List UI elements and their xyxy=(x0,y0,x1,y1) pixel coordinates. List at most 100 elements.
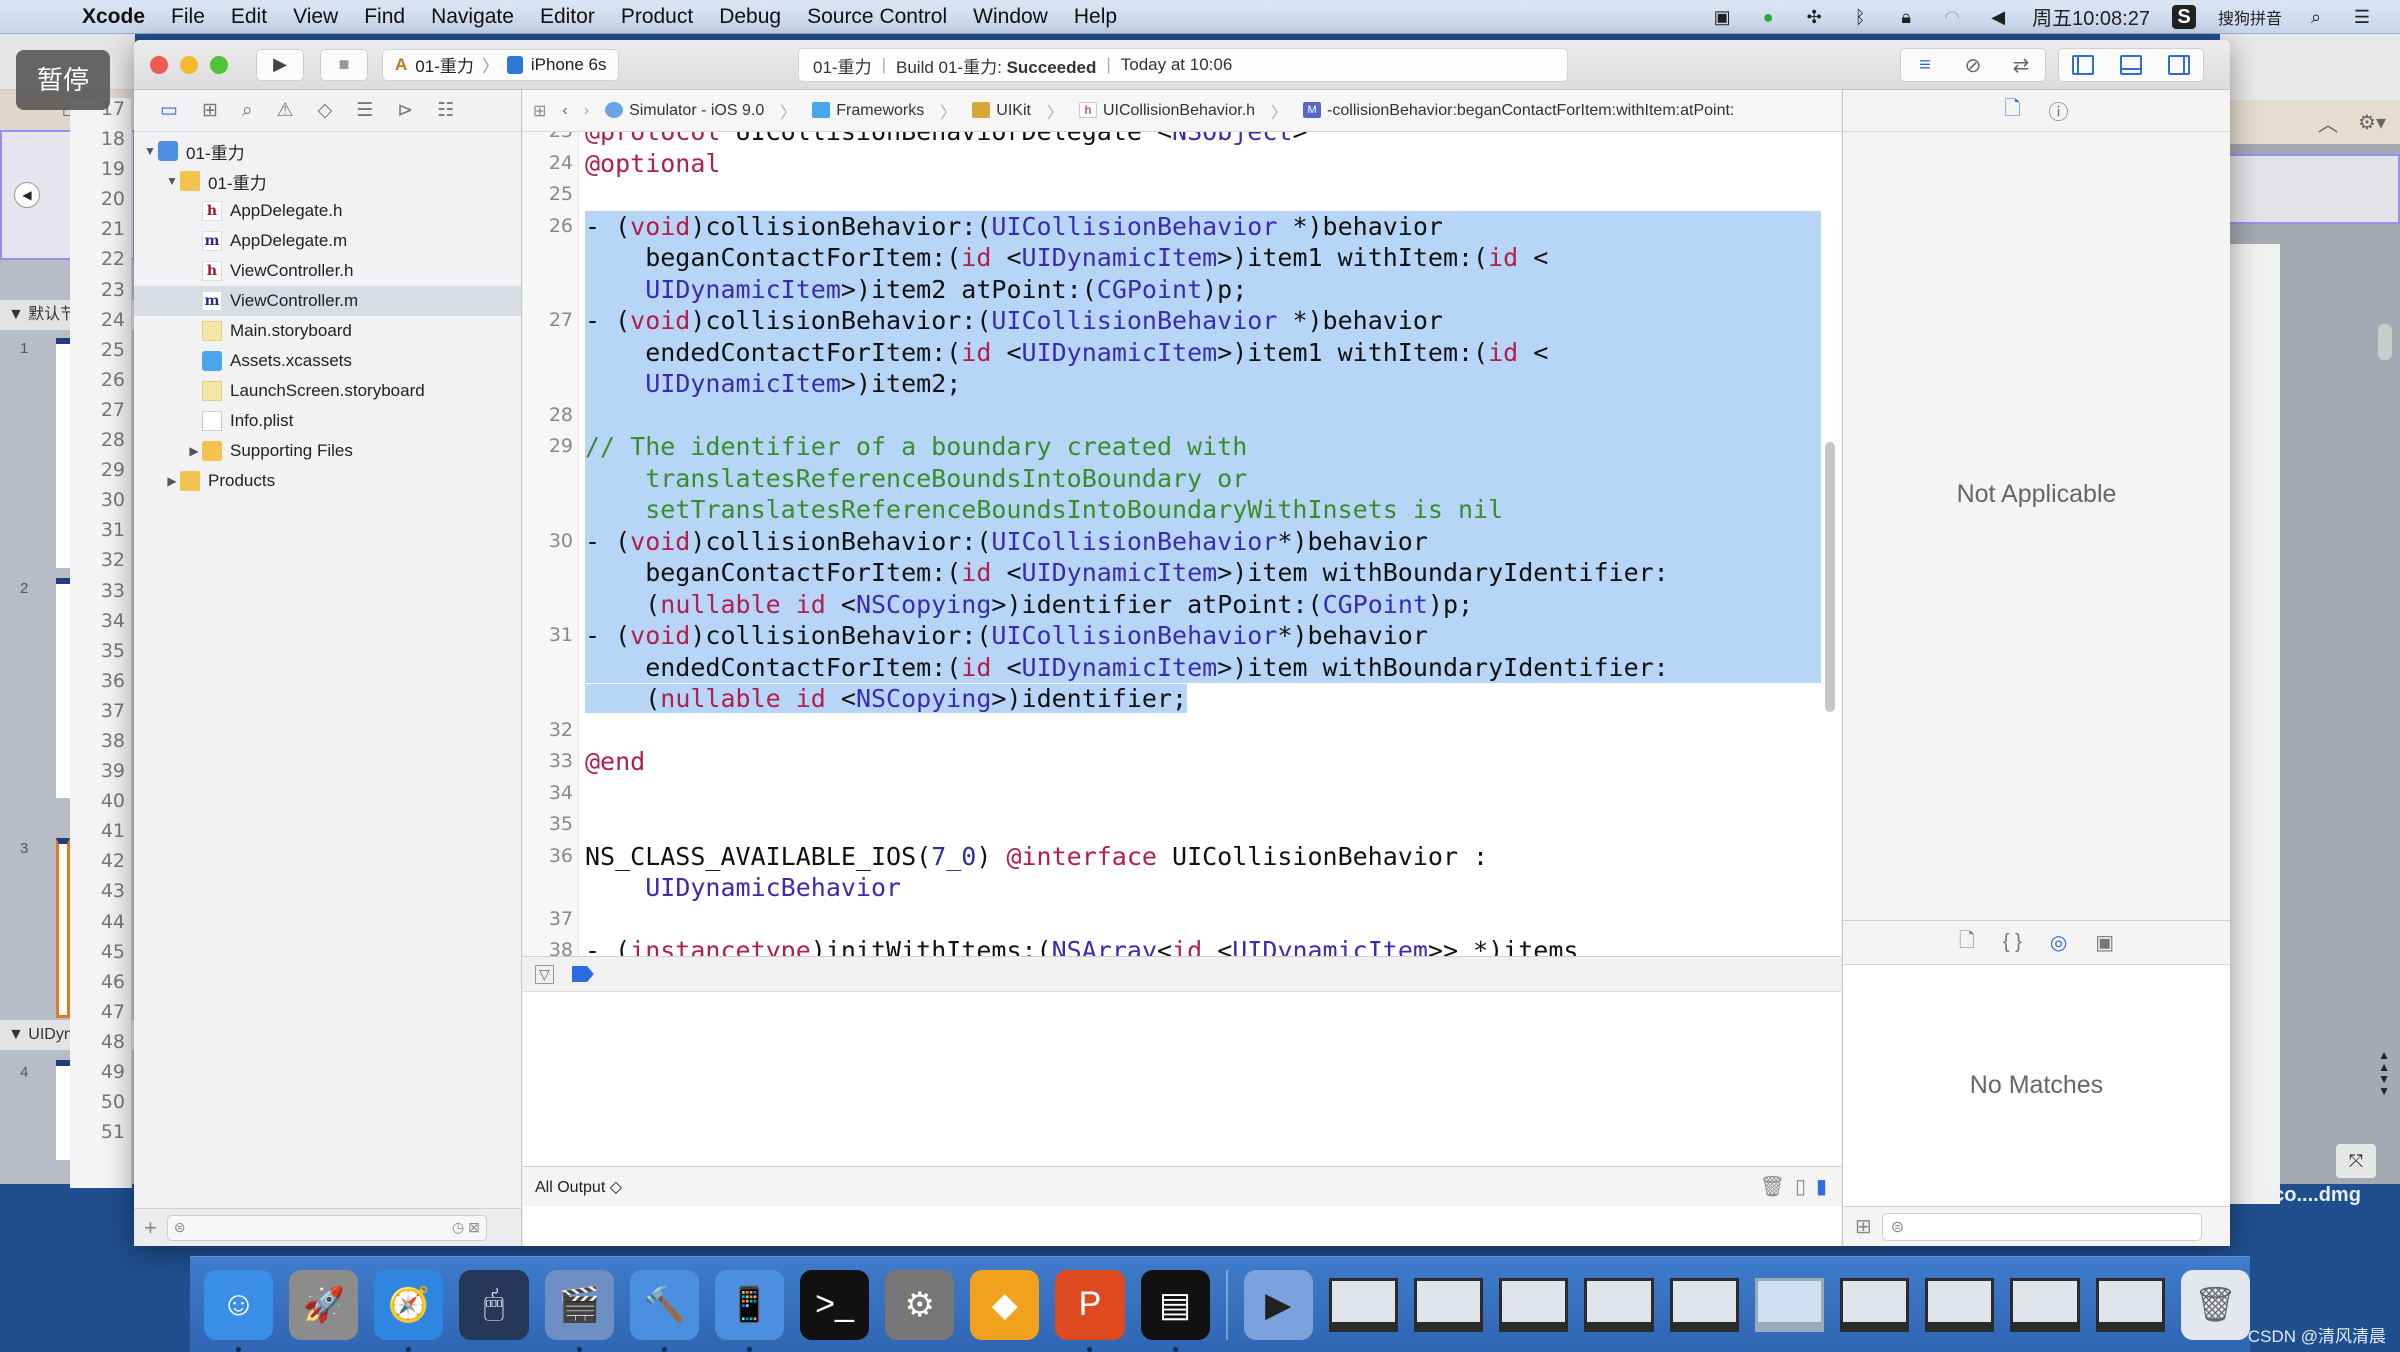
code-line[interactable]: 27 - (void)collisionBehavior:(UICollision… xyxy=(549,305,1821,337)
slide-thumbnail[interactable] xyxy=(56,1060,70,1160)
file-tree-item[interactable]: Info.plist xyxy=(134,406,521,436)
grid-view-icon[interactable]: ⊞ xyxy=(1855,1214,1872,1239)
menu-edit[interactable]: Edit xyxy=(231,5,267,29)
hide-debug-area-icon[interactable]: ▽ xyxy=(535,964,554,984)
forward-button[interactable]: › xyxy=(584,102,589,120)
disclosure-triangle-icon[interactable]: ▶ xyxy=(186,444,202,458)
menu-navigate[interactable]: Navigate xyxy=(431,5,514,29)
navigator-filter-field[interactable]: ⊜ ◷ ⊠ xyxy=(166,1214,487,1241)
file-tree-item[interactable]: Assets.xcassets xyxy=(134,346,521,376)
menu-editor[interactable]: Editor xyxy=(540,5,595,29)
toggle-debug-area-button[interactable] xyxy=(2107,49,2155,81)
minimized-window[interactable] xyxy=(1840,1277,1910,1332)
clock[interactable]: 周五10:08:27 xyxy=(2032,2,2150,31)
library-filter-field[interactable]: ⊜ xyxy=(1881,1212,2202,1241)
code-line[interactable]: UIDynamicBehavior xyxy=(585,872,1821,904)
trash-icon[interactable]: 🗑︎ xyxy=(1760,1174,1785,1199)
file-inspector-icon[interactable]: 🗋︎ xyxy=(2004,94,2020,128)
gear-icon[interactable]: ⚙▾ xyxy=(2358,110,2386,135)
editor-scrollbar[interactable] xyxy=(1825,442,1835,712)
dock-app-simulator[interactable]: 📱 xyxy=(714,1269,784,1352)
code-line[interactable]: translatesReferenceBoundsIntoBoundary or xyxy=(585,462,1821,494)
paused-badge[interactable]: 暂停 xyxy=(16,50,110,110)
code-line[interactable]: 25 xyxy=(549,179,1821,211)
menu-app-name[interactable]: Xcode xyxy=(82,5,145,29)
code-snippet-library-icon[interactable]: { } xyxy=(2003,931,2022,954)
assistant-editor-icon[interactable]: ⊘ xyxy=(1949,49,1997,81)
minimized-window[interactable] xyxy=(2095,1277,2165,1332)
disclosure-triangle-icon[interactable]: ▼ xyxy=(164,174,180,188)
file-tree-item[interactable]: m AppDelegate.m xyxy=(134,226,521,256)
test-navigator-tab-icon[interactable]: ◇ xyxy=(318,99,333,122)
code-line[interactable]: beganContactForItem:(id <UIDynamicItem>)… xyxy=(585,557,1821,589)
code-line[interactable]: 23@protocol UICollisionBehaviorDelegate … xyxy=(549,132,1821,148)
code-line[interactable]: setTranslatesReferenceBoundsIntoBoundary… xyxy=(585,494,1821,526)
toggle-utilities-button[interactable] xyxy=(2155,49,2203,81)
minimize-window-button[interactable] xyxy=(180,55,198,74)
version-editor-icon[interactable]: ⇄ xyxy=(1997,49,2045,81)
menu-window[interactable]: Window xyxy=(973,5,1048,29)
fit-screen-button[interactable]: ⤧ xyxy=(2336,1144,2376,1178)
code-line[interactable]: 31 - (void)collisionBehavior:(UICollision… xyxy=(549,620,1821,652)
minimized-window[interactable] xyxy=(1414,1277,1484,1332)
dock-app-console-app[interactable]: ▤ xyxy=(1140,1269,1210,1352)
find-navigator-tab-icon[interactable]: ⌕ xyxy=(242,100,253,122)
slide-thumbnail[interactable] xyxy=(56,578,70,798)
breakpoints-toggle-icon[interactable] xyxy=(571,966,594,982)
file-template-library-icon[interactable]: 🗋︎ xyxy=(1959,926,1975,960)
background-scrollbar[interactable] xyxy=(2378,324,2392,360)
dock-app-sketch[interactable]: ◆ xyxy=(970,1269,1040,1340)
dock-app-system-preferences[interactable]: ⚙ xyxy=(885,1269,955,1340)
dock-app-xcode[interactable]: 🔨 xyxy=(629,1269,699,1352)
menu-find[interactable]: Find xyxy=(364,5,405,29)
code-line[interactable]: 35 xyxy=(549,809,1821,841)
dock-app-quicktime[interactable]: ▶ xyxy=(1243,1269,1313,1340)
back-arrow-icon[interactable]: ◀ xyxy=(14,182,40,208)
minimized-window[interactable] xyxy=(1328,1277,1398,1332)
file-tree-item[interactable]: h AppDelegate.h xyxy=(134,196,521,226)
code-line[interactable]: 24 @optional xyxy=(549,148,1821,180)
stop-button[interactable]: ■ xyxy=(320,48,368,81)
code-line[interactable]: endedContactForItem:(id <UIDynamicItem>)… xyxy=(585,336,1821,368)
report-navigator-tab-icon[interactable]: ☷ xyxy=(437,99,454,122)
disclosure-triangle-icon[interactable]: ▶ xyxy=(164,474,180,488)
slide-thumbnail-selected[interactable] xyxy=(56,838,70,1018)
screen-record-icon[interactable]: ▣ xyxy=(1710,6,1734,28)
wifi-icon[interactable]: ◠ xyxy=(1940,6,1964,28)
code-line[interactable]: UIDynamicItem>)item2 atPoint:(CGPoint)p; xyxy=(585,273,1821,305)
code-line[interactable]: 38 - (instancetype)initWithItems:(NSArray… xyxy=(549,935,1821,956)
related-items-icon[interactable]: ⊞ xyxy=(533,101,546,121)
jumpbar-crumb-method[interactable]: M -collisionBehavior:beganContactForItem:… xyxy=(1303,102,1734,120)
dock-app-safari[interactable]: 🧭 xyxy=(374,1269,444,1352)
minimized-window[interactable] xyxy=(1499,1277,1569,1332)
close-window-button[interactable] xyxy=(150,55,168,74)
file-tree-item[interactable]: ▶ Products xyxy=(134,466,521,496)
zoom-window-button[interactable] xyxy=(210,55,228,74)
minimized-window[interactable] xyxy=(1925,1277,1995,1332)
minimized-window[interactable] xyxy=(1669,1277,1739,1332)
jumpbar-crumb-file[interactable]: h UICollisionBehavior.h xyxy=(1078,102,1255,120)
volume-icon[interactable]: ◀ xyxy=(1986,6,2010,28)
console-view-toggle-icon[interactable]: ▮ xyxy=(1816,1174,1827,1199)
menu-product[interactable]: Product xyxy=(621,5,693,29)
disclosure-triangle-icon[interactable]: ▼ xyxy=(142,144,158,158)
spotlight-search-icon[interactable]: ⌕ xyxy=(2304,6,2328,28)
code-line[interactable]: endedContactForItem:(id <UIDynamicItem>)… xyxy=(585,651,1821,683)
standard-editor-icon[interactable]: ≡ xyxy=(1901,49,1949,81)
recent-files-filter-icon[interactable]: ◷ ⊠ xyxy=(452,1219,480,1236)
slide-thumbnail[interactable] xyxy=(56,338,70,568)
code-line[interactable]: (nullable id <NSCopying>)identifier; xyxy=(585,683,1821,715)
menu-view[interactable]: View xyxy=(293,5,338,29)
menu-help[interactable]: Help xyxy=(1074,5,1117,29)
code-line[interactable]: beganContactForItem:(id <UIDynamicItem>)… xyxy=(585,242,1821,274)
notification-center-icon[interactable]: ☰ xyxy=(2350,6,2374,28)
device-name[interactable]: iPhone 6s xyxy=(531,55,607,75)
issue-navigator-tab-icon[interactable]: ⚠ xyxy=(277,99,294,122)
file-tree-item[interactable]: ▼ 01-重力 xyxy=(134,136,521,166)
fan-icon[interactable]: ✣ xyxy=(1802,6,1826,28)
dock-app-video-app[interactable]: 🎬 xyxy=(544,1269,614,1352)
download-item[interactable]: xco....dmg xyxy=(2262,1184,2361,1207)
trash-icon[interactable]: 🗑︎ xyxy=(2180,1269,2250,1340)
add-file-button[interactable]: + xyxy=(144,1215,157,1241)
page-stepper[interactable]: ▲ ▲ ▼ ▼ xyxy=(2378,1049,2390,1097)
